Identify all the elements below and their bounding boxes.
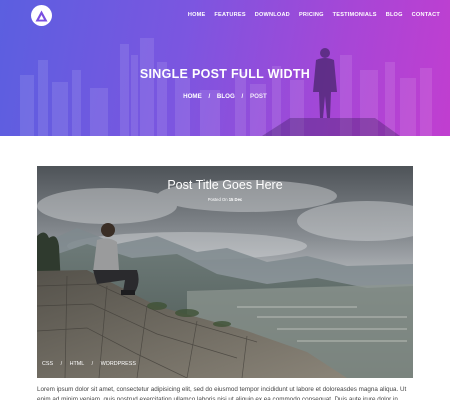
triangle-a-logo-icon[interactable] [31, 5, 52, 26]
post-title[interactable]: Post Title Goes Here [37, 178, 413, 192]
post-body-text: Lorem ipsum dolor sit amet, consectetur … [37, 386, 407, 400]
nav-pricing[interactable]: PRICING [299, 12, 324, 18]
breadcrumb-blog[interactable]: BLOG [217, 93, 235, 100]
main-nav: HOME FEATURES DOWNLOAD PRICING TESTIMONI… [179, 12, 440, 18]
tag-wordpress[interactable]: WORDPRESS [101, 361, 136, 367]
breadcrumb-separator: / [208, 93, 211, 100]
breadcrumb-separator: / [241, 93, 244, 100]
nav-testimonials[interactable]: TESTIMONIALS [333, 12, 377, 18]
nav-features[interactable]: FEATURES [214, 12, 245, 18]
breadcrumb: HOME / BLOG / POST [0, 93, 450, 100]
tag-css[interactable]: CSS [42, 361, 53, 367]
nav-download[interactable]: DOWNLOAD [255, 12, 290, 18]
post-featured-image: Post Title Goes Here Posted On 15 Dec CS… [37, 166, 413, 378]
post-date: 15 Dec [228, 197, 243, 202]
post-meta: Posted On 15 Dec [37, 197, 413, 202]
page-title: SINGLE POST FULL WIDTH [139, 67, 311, 81]
nav-contact[interactable]: CONTACT [412, 12, 440, 18]
tag-separator: / [91, 361, 94, 367]
tag-html[interactable]: HTML [70, 361, 84, 367]
breadcrumb-home[interactable]: HOME [183, 93, 202, 100]
breadcrumb-current: POST [249, 93, 267, 100]
nav-home[interactable]: HOME [188, 12, 206, 18]
post-tags: CSS / HTML / WORDPRESS [42, 361, 136, 367]
nav-blog[interactable]: BLOG [386, 12, 403, 18]
tag-separator: / [60, 361, 63, 367]
post-meta-prefix: Posted On [207, 197, 228, 202]
hero-banner: HOME FEATURES DOWNLOAD PRICING TESTIMONI… [0, 0, 450, 136]
